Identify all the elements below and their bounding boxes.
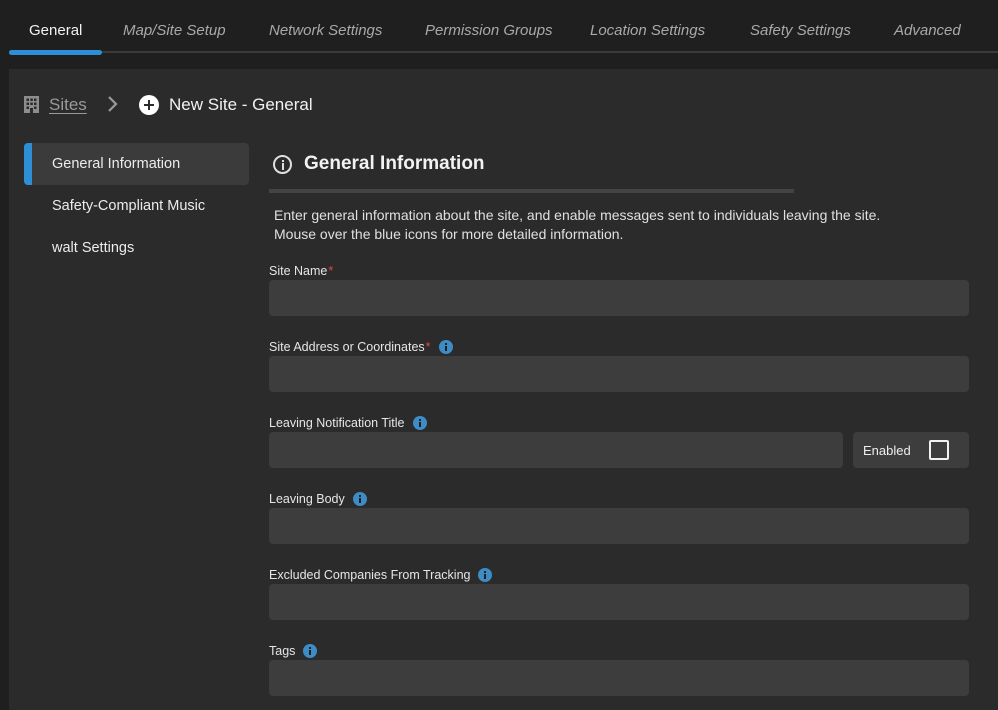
site-name-input[interactable] <box>269 280 969 316</box>
building-icon <box>24 96 39 113</box>
tab-network-settings[interactable]: Network Settings <box>269 22 382 39</box>
plus-circle-icon <box>139 95 159 115</box>
info-icon[interactable] <box>478 567 493 582</box>
description-line: Enter general information about the site… <box>274 207 881 223</box>
main-panel: Sites New Site - General General Informa… <box>9 69 998 710</box>
section-description: Enter general information about the site… <box>274 206 964 244</box>
breadcrumb-sites-link[interactable]: Sites <box>49 95 87 115</box>
section-divider <box>269 189 794 193</box>
top-tab-bar: General Map/Site Setup Network Settings … <box>0 0 998 55</box>
nav-item-walt-settings[interactable]: walt Settings <box>24 227 249 269</box>
enabled-toggle[interactable]: Enabled <box>853 432 969 468</box>
active-tab-indicator <box>9 50 102 55</box>
leaving-body-input[interactable] <box>269 508 969 544</box>
site-address-input[interactable] <box>269 356 969 392</box>
description-line: Mouse over the blue icons for more detai… <box>274 226 624 242</box>
leaving-body-label: Leaving Body <box>269 491 367 507</box>
breadcrumb-current-page: New Site - General <box>169 95 313 114</box>
required-marker: * <box>425 340 431 354</box>
info-icon[interactable] <box>412 415 427 430</box>
site-name-label: Site Name* <box>269 264 334 278</box>
info-icon[interactable] <box>438 339 453 354</box>
required-marker: * <box>328 264 334 278</box>
site-address-label: Site Address or Coordinates* <box>269 339 453 355</box>
breadcrumb: Sites New Site - General <box>9 69 998 139</box>
leaving-title-input[interactable] <box>269 432 843 468</box>
excluded-companies-input[interactable] <box>269 584 969 620</box>
enabled-checkbox[interactable] <box>929 440 949 460</box>
leaving-title-label: Leaving Notification Title <box>269 415 427 431</box>
chevron-right-icon <box>108 96 118 112</box>
tab-safety-settings[interactable]: Safety Settings <box>750 22 851 39</box>
tab-location-settings[interactable]: Location Settings <box>590 22 705 39</box>
excluded-companies-label: Excluded Companies From Tracking <box>269 567 493 583</box>
tags-label: Tags <box>269 643 318 659</box>
tab-permission-groups[interactable]: Permission Groups <box>425 22 553 39</box>
tab-general[interactable]: General <box>29 22 82 39</box>
tab-bar-divider <box>9 51 998 53</box>
tab-map-site-setup[interactable]: Map/Site Setup <box>123 22 226 39</box>
section-title: General Information <box>304 153 485 174</box>
enabled-label: Enabled <box>863 443 911 458</box>
nav-item-general-information[interactable]: General Information <box>24 143 249 185</box>
tab-advanced[interactable]: Advanced <box>894 22 961 39</box>
info-circle-icon <box>273 155 292 174</box>
info-icon[interactable] <box>303 643 318 658</box>
nav-item-safety-compliant-music[interactable]: Safety-Compliant Music <box>24 185 249 227</box>
tags-input[interactable] <box>269 660 969 696</box>
info-icon[interactable] <box>352 491 367 506</box>
section-nav: General Information Safety-Compliant Mus… <box>24 143 249 269</box>
